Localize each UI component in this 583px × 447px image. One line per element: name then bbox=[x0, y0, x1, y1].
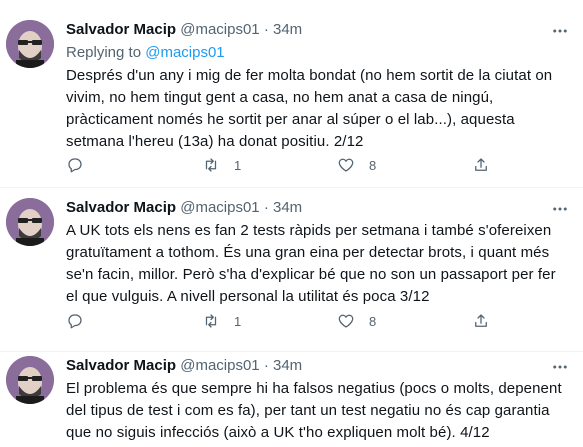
author-handle[interactable]: @macips01 bbox=[180, 199, 259, 216]
author-name[interactable]: Salvador Macip bbox=[66, 199, 176, 216]
avatar-image bbox=[6, 198, 54, 246]
more-icon[interactable] bbox=[551, 200, 569, 218]
like-button[interactable]: 8 bbox=[337, 156, 376, 174]
share-button[interactable] bbox=[472, 312, 490, 330]
reply-button[interactable] bbox=[66, 156, 98, 174]
share-icon bbox=[475, 314, 487, 327]
tweet-text: A UK tots els nens es fan 2 tests ràpids… bbox=[66, 222, 556, 305]
like-button[interactable]: 8 bbox=[337, 312, 376, 330]
share-icon bbox=[475, 158, 487, 171]
timestamp[interactable]: 34m bbox=[273, 199, 302, 216]
tweet-actions: 1 8 bbox=[66, 312, 496, 332]
author-handle[interactable]: @macips01 bbox=[180, 21, 259, 38]
reply-icon bbox=[68, 158, 82, 173]
retweet-count: 1 bbox=[234, 157, 242, 173]
replying-handle-link[interactable]: @macips01 bbox=[145, 44, 224, 61]
timestamp[interactable]: 34m bbox=[273, 357, 302, 374]
retweet-button[interactable]: 1 bbox=[202, 312, 241, 330]
separator-dot: · bbox=[263, 199, 269, 216]
retweet-button[interactable]: 1 bbox=[202, 156, 241, 174]
replying-to: Replying to @macips01 bbox=[66, 43, 569, 63]
tweet-text: El problema és que sempre hi ha falsos n… bbox=[66, 380, 562, 441]
replying-label: Replying to bbox=[66, 44, 142, 61]
retweet-icon bbox=[205, 314, 217, 328]
avatar[interactable] bbox=[6, 20, 54, 68]
reply-icon bbox=[68, 314, 82, 329]
tweet-3[interactable]: Salvador Macip @macips01 · 34m El proble… bbox=[0, 352, 583, 447]
author-name[interactable]: Salvador Macip bbox=[66, 21, 176, 38]
tweet-2[interactable]: Salvador Macip @macips01 · 34m A UK tots… bbox=[0, 188, 583, 352]
avatar-image bbox=[6, 20, 54, 68]
like-count: 8 bbox=[369, 157, 377, 173]
tweet-text: Després d'un any i mig de fer molta bond… bbox=[66, 67, 553, 150]
like-icon bbox=[338, 158, 354, 172]
retweet-icon bbox=[205, 158, 217, 172]
reply-button[interactable] bbox=[66, 312, 98, 330]
like-count: 8 bbox=[369, 313, 377, 329]
separator-dot: · bbox=[263, 357, 269, 374]
avatar-image bbox=[6, 356, 54, 404]
tweet-actions: 1 8 bbox=[66, 156, 496, 176]
timestamp[interactable]: 34m bbox=[273, 21, 302, 38]
tweet-header: Salvador Macip @macips01 · 34m bbox=[66, 20, 569, 40]
tweet-1[interactable]: Salvador Macip @macips01 · 34m Replying … bbox=[0, 0, 583, 188]
tweet-header: Salvador Macip @macips01 · 34m bbox=[66, 356, 569, 376]
avatar[interactable] bbox=[6, 198, 54, 246]
author-name[interactable]: Salvador Macip bbox=[66, 357, 176, 374]
more-icon[interactable] bbox=[551, 358, 569, 376]
share-button[interactable] bbox=[472, 156, 490, 174]
retweet-count: 1 bbox=[234, 313, 242, 329]
like-icon bbox=[338, 314, 354, 328]
tweet-header: Salvador Macip @macips01 · 34m bbox=[66, 198, 569, 218]
avatar[interactable] bbox=[6, 356, 54, 404]
separator-dot: · bbox=[263, 21, 269, 38]
more-icon[interactable] bbox=[551, 22, 569, 40]
author-handle[interactable]: @macips01 bbox=[180, 357, 259, 374]
